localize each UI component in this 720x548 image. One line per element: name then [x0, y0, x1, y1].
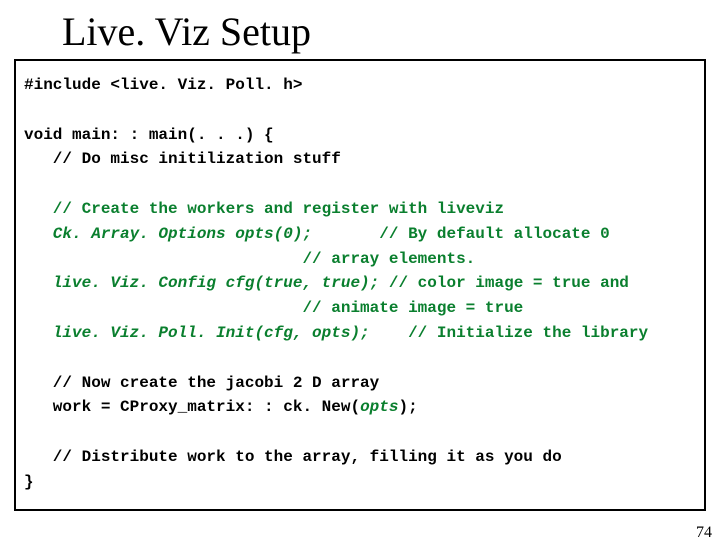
code-line: #include <live. Viz. Poll. h> — [24, 73, 696, 98]
slide-number: 74 — [696, 524, 712, 542]
code-line: // Do misc initilization stuff — [24, 147, 696, 172]
code-blank — [24, 98, 696, 123]
code-line: void main: : main(. . .) { — [24, 123, 696, 148]
code-comment: // Initialize the library — [370, 324, 648, 342]
code-blank — [24, 346, 696, 371]
code-comment: // array elements. — [24, 247, 696, 272]
code-comment: // Create the workers and register with … — [24, 197, 696, 222]
code-line: } — [24, 470, 696, 495]
code-line: Ck. Array. Options opts(0); // By defaul… — [24, 222, 696, 247]
code-blank — [24, 172, 696, 197]
code-stmt: Ck. Array. Options opts(0); — [24, 225, 312, 243]
code-comment: // animate image = true — [24, 296, 696, 321]
code-line: work = CProxy_matrix: : ck. New(opts); — [24, 395, 696, 420]
code-stmt: live. Viz. Poll. Init(cfg, opts); — [24, 324, 370, 342]
code-box: #include <live. Viz. Poll. h> void main:… — [14, 59, 706, 511]
code-text: work = CProxy_matrix: : ck. New( — [24, 398, 360, 416]
code-line: live. Viz. Config cfg(true, true); // co… — [24, 271, 696, 296]
code-blank — [24, 420, 696, 445]
code-line: live. Viz. Poll. Init(cfg, opts); // Ini… — [24, 321, 696, 346]
code-comment: // color image = true and — [379, 274, 629, 292]
code-stmt: live. Viz. Config cfg(true, true); — [24, 274, 379, 292]
code-text: ); — [398, 398, 417, 416]
slide-title: Live. Viz Setup — [62, 8, 720, 55]
code-line: // Now create the jacobi 2 D array — [24, 371, 696, 396]
code-arg: opts — [360, 398, 398, 416]
code-comment: // By default allocate 0 — [312, 225, 610, 243]
code-line: // Distribute work to the array, filling… — [24, 445, 696, 470]
